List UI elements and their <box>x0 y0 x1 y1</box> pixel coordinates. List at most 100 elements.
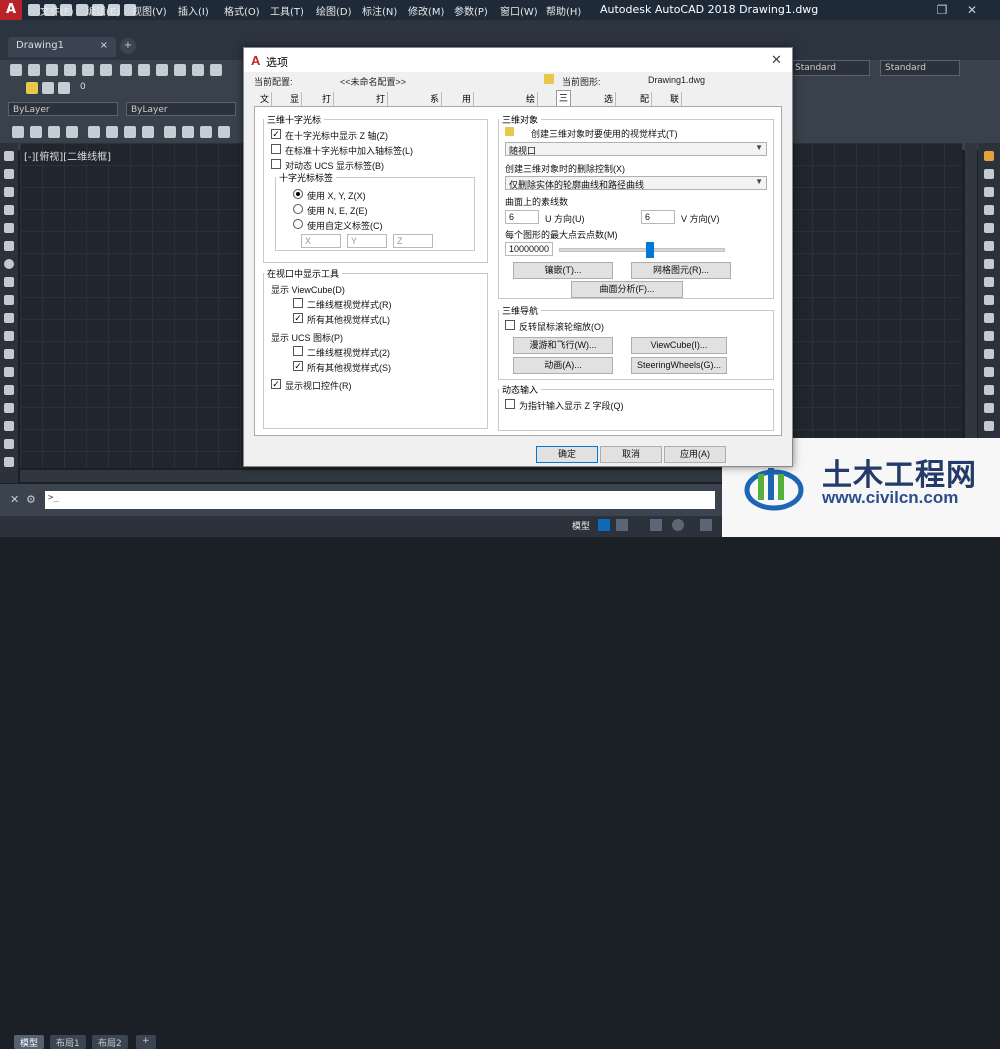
point-cloud-slider-thumb[interactable] <box>645 242 654 258</box>
match-properties-icon[interactable] <box>174 64 186 76</box>
command-input[interactable]: >_ <box>45 491 715 509</box>
menu-modify[interactable]: 修改(M) <box>408 3 444 18</box>
use-nez-radio[interactable] <box>293 204 303 214</box>
stretch-icon[interactable] <box>984 295 994 305</box>
baseline-icon[interactable] <box>182 126 194 138</box>
close-tab-icon[interactable]: × <box>100 40 108 51</box>
menu-draw[interactable]: 绘图(D) <box>316 3 352 18</box>
region-icon[interactable] <box>4 439 14 449</box>
dynamic-ucs-labels-checkbox[interactable] <box>271 159 281 169</box>
new-icon[interactable] <box>10 64 22 76</box>
new-tab-button[interactable]: + <box>120 38 136 54</box>
osnap-icon[interactable] <box>700 519 712 531</box>
viewcube-settings-button[interactable]: ViewCube(I)... <box>631 337 727 354</box>
autocad-logo-icon[interactable]: A <box>0 0 22 20</box>
arc-icon[interactable] <box>4 241 14 251</box>
tab-display[interactable]: 显示 <box>288 92 303 118</box>
linear-dimension-icon[interactable] <box>12 126 24 138</box>
preview-icon[interactable] <box>82 64 94 76</box>
tab-layout2[interactable]: 布局2 <box>92 1035 128 1049</box>
radius-icon[interactable] <box>88 126 100 138</box>
visual-style-dropdown[interactable]: 随视口 ▼ <box>505 142 767 156</box>
tab-system[interactable]: 系统 <box>428 92 443 118</box>
show-z-axis-checkbox[interactable]: ✓ <box>271 129 281 139</box>
print-icon[interactable] <box>64 64 76 76</box>
explode-icon[interactable] <box>984 421 994 431</box>
apply-button[interactable]: 应用(A) <box>664 446 726 463</box>
bulb-icon[interactable] <box>26 82 38 94</box>
layer-current-value[interactable]: 0 <box>80 82 86 92</box>
trim-icon[interactable] <box>984 313 994 323</box>
max-point-cloud-input[interactable]: 10000000 <box>505 242 553 256</box>
steeringwheels-button[interactable]: SteeringWheels(G)... <box>631 357 727 374</box>
restore-icon[interactable]: ❐ <box>934 2 950 18</box>
use-custom-labels-radio[interactable] <box>293 219 303 229</box>
pointer-z-field-checkbox[interactable] <box>505 399 515 409</box>
walk-and-fly-button[interactable]: 漫游和飞行(W)... <box>513 337 613 354</box>
dialog-close-icon[interactable]: ✕ <box>771 52 782 68</box>
cut-icon[interactable] <box>120 64 132 76</box>
extend-icon[interactable] <box>984 331 994 341</box>
menu-help[interactable]: 帮助(H) <box>546 3 581 18</box>
ucs-2d-wireframe-checkbox[interactable] <box>293 346 303 356</box>
tab-model[interactable]: 模型 <box>14 1035 45 1049</box>
lock-icon[interactable] <box>58 82 70 94</box>
snap-icon[interactable] <box>616 519 628 531</box>
mirror-icon[interactable] <box>984 187 994 197</box>
tab-3d-modeling[interactable]: 三维建模 <box>556 90 572 145</box>
tolerance-icon[interactable] <box>218 126 230 138</box>
viewcube-other-styles-checkbox[interactable]: ✓ <box>293 313 303 323</box>
menu-tools[interactable]: 工具(T) <box>270 3 304 18</box>
point-cloud-slider[interactable] <box>559 248 725 252</box>
customize-icon[interactable]: ⚙ <box>26 493 36 506</box>
block-editor-icon[interactable] <box>192 64 204 76</box>
paste-icon[interactable] <box>156 64 168 76</box>
custom-x-input[interactable]: X <box>301 234 341 248</box>
ordinate-icon[interactable] <box>66 126 78 138</box>
circle-icon[interactable] <box>4 259 14 269</box>
tab-open-save[interactable]: 打开和保存 <box>320 92 335 160</box>
cancel-button[interactable]: 取消 <box>600 446 662 463</box>
rotate-icon[interactable] <box>984 259 994 269</box>
linetype-combo[interactable]: ByLayer <box>126 102 236 116</box>
sun-icon[interactable] <box>42 82 54 94</box>
deletion-control-dropdown[interactable]: 仅删除实体的轮廓曲线和路径曲线 ▼ <box>505 176 767 190</box>
save-icon[interactable] <box>46 64 58 76</box>
insert-block-icon[interactable] <box>4 349 14 359</box>
rectangle-icon[interactable] <box>4 223 14 233</box>
viewport-controls-label[interactable]: [-][俯视][二维线框] <box>24 148 111 163</box>
custom-z-input[interactable]: Z <box>393 234 433 248</box>
ortho-icon[interactable] <box>650 519 662 531</box>
animation-button[interactable]: 动画(A)... <box>513 357 613 374</box>
new-file-icon[interactable] <box>28 4 40 16</box>
table-icon[interactable] <box>4 457 14 467</box>
vertical-scrollbar[interactable] <box>965 143 977 468</box>
hatch-icon[interactable] <box>4 403 14 413</box>
close-command-icon[interactable]: ✕ <box>10 493 19 506</box>
polar-icon[interactable] <box>672 519 684 531</box>
open-icon[interactable] <box>28 64 40 76</box>
polygon-icon[interactable] <box>4 205 14 215</box>
menu-window[interactable]: 窗口(W) <box>500 3 538 18</box>
array-icon[interactable] <box>984 223 994 233</box>
v-isolines-input[interactable]: 6 <box>641 210 675 224</box>
tessellation-button[interactable]: 镶嵌(T)... <box>513 262 613 279</box>
document-tab-drawing1[interactable]: Drawing1 × <box>8 37 116 57</box>
surface-analysis-button[interactable]: 曲面分析(F)... <box>571 281 683 298</box>
tab-files[interactable]: 文件 <box>258 92 273 118</box>
quick-dimension-icon[interactable] <box>164 126 176 138</box>
use-xyz-radio[interactable] <box>293 189 303 199</box>
spline-icon[interactable] <box>4 295 14 305</box>
gradient-icon[interactable] <box>4 421 14 431</box>
add-layout-button[interactable]: + <box>136 1035 156 1049</box>
aligned-dimension-icon[interactable] <box>30 126 42 138</box>
model-space-toggle[interactable]: 模型 <box>572 519 590 532</box>
viewport-controls-checkbox[interactable]: ✓ <box>271 379 281 389</box>
menu-insert[interactable]: 插入(I) <box>178 3 209 18</box>
construction-line-icon[interactable] <box>4 169 14 179</box>
menu-format[interactable]: 格式(O) <box>224 3 260 18</box>
copy-icon[interactable] <box>138 64 150 76</box>
dim-style-combo[interactable]: Standard <box>880 60 960 76</box>
chamfer-icon[interactable] <box>984 385 994 395</box>
axis-labels-checkbox[interactable] <box>271 144 281 154</box>
